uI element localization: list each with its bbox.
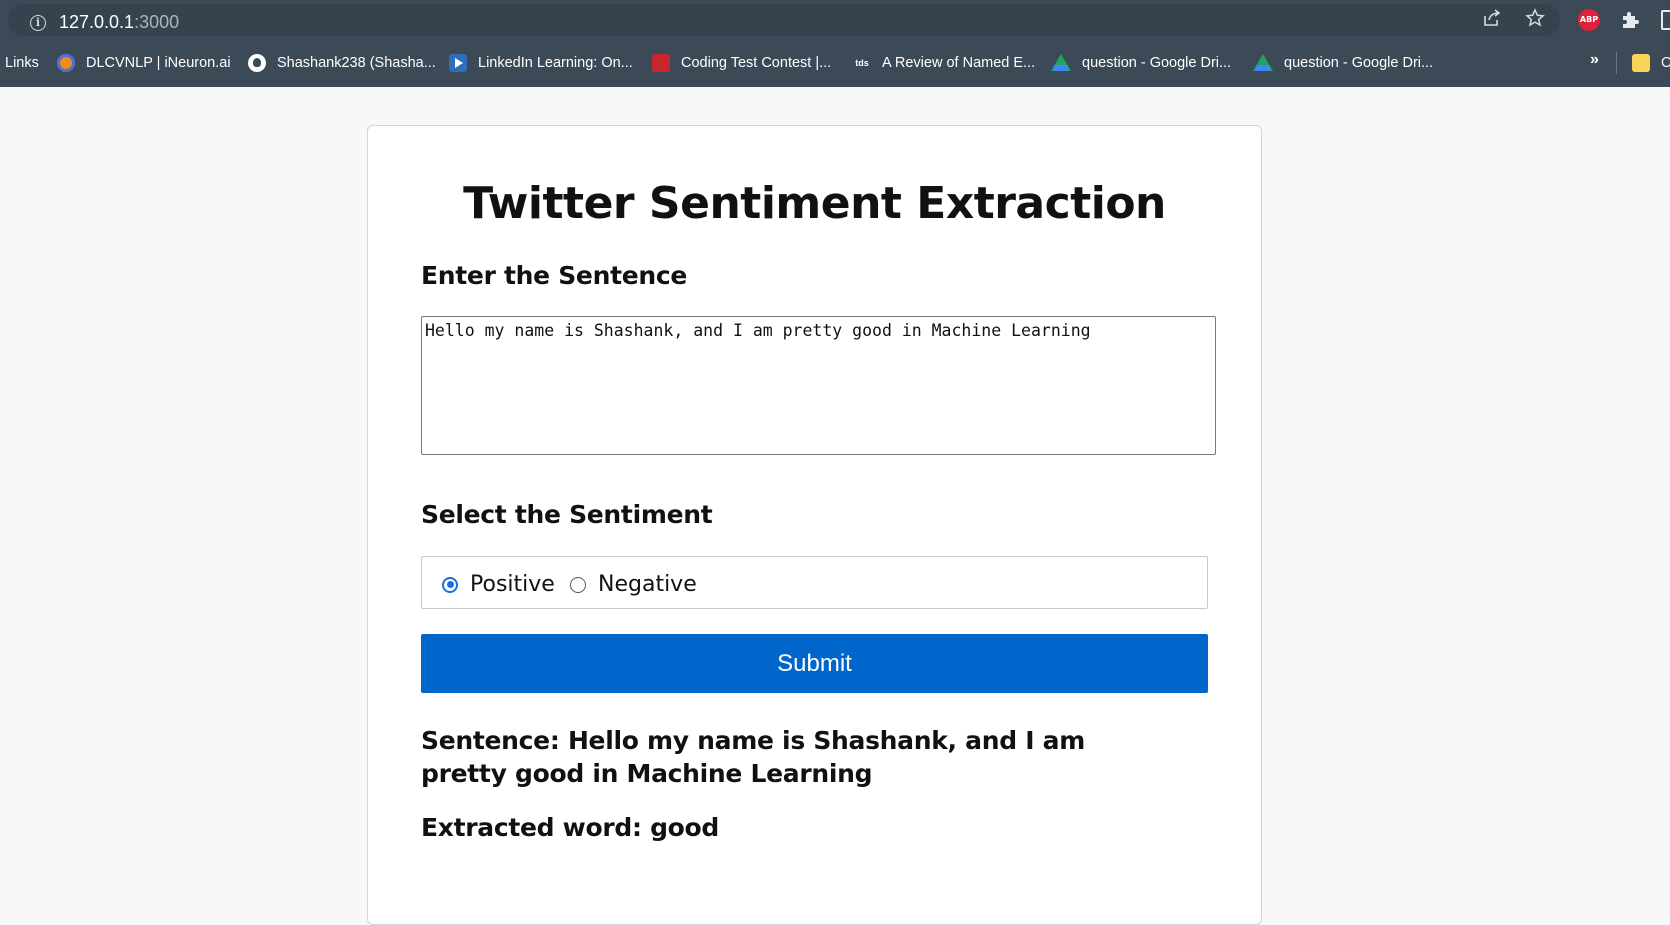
radio-positive-label: Positive xyxy=(470,572,555,597)
bookmarks-divider xyxy=(1616,52,1617,74)
radio-selected-icon[interactable] xyxy=(442,576,458,593)
sentiment-label: Select the Sentiment xyxy=(421,500,713,529)
bookmark-coding-test[interactable]: Coding Test Contest |... xyxy=(652,52,831,74)
adblock-extension-icon[interactable]: ABP xyxy=(1578,9,1600,31)
bookmark-folder-other[interactable]: O xyxy=(1632,52,1670,74)
side-panel-icon[interactable] xyxy=(1661,10,1670,30)
bookmarks-bar: Links DLCVNLP | iNeuron.ai Shashank238 (… xyxy=(0,48,1670,78)
result-sentence: Sentence: Hello my name is Shashank, and… xyxy=(421,726,1085,788)
sentence-textarea[interactable]: Hello my name is Shashank, and I am pret… xyxy=(421,316,1216,455)
bookmark-google-drive-2[interactable]: question - Google Dri... xyxy=(1253,52,1433,74)
address-bar[interactable]: i 127.0.0.1:3000 xyxy=(8,4,1560,36)
bookmarks-overflow-button[interactable]: » xyxy=(1590,51,1599,69)
linkedin-learning-icon xyxy=(449,54,467,72)
submit-button[interactable]: Submit xyxy=(421,634,1208,693)
site-info-icon[interactable]: i xyxy=(30,15,46,31)
form-card: Twitter Sentiment Extraction Enter the S… xyxy=(367,125,1262,925)
share-icon[interactable] xyxy=(1482,8,1502,34)
bookmark-linkedin-learning[interactable]: LinkedIn Learning: On... xyxy=(449,52,633,74)
sentiment-radio-group: Positive Negative xyxy=(421,556,1208,609)
bookmark-links[interactable]: Links xyxy=(5,52,39,74)
page-title: Twitter Sentiment Extraction xyxy=(463,178,1166,229)
bookmark-dlcvnlp[interactable]: DLCVNLP | iNeuron.ai xyxy=(57,52,231,74)
sentence-label: Enter the Sentence xyxy=(421,261,688,290)
folder-icon xyxy=(1632,54,1650,72)
tds-icon: tds xyxy=(855,58,869,68)
radio-negative-label: Negative xyxy=(598,572,697,597)
radio-negative[interactable]: Negative xyxy=(570,572,697,597)
bookmark-named-entity[interactable]: tds A Review of Named E... xyxy=(853,52,1035,74)
google-drive-icon xyxy=(1051,54,1071,72)
result-extracted-word: Extracted word: good xyxy=(421,813,720,842)
extensions-puzzle-icon[interactable] xyxy=(1619,8,1641,36)
bookmark-star-icon[interactable] xyxy=(1525,8,1545,34)
bookmark-github[interactable]: Shashank238 (Shasha... xyxy=(248,52,436,74)
radio-positive[interactable]: Positive xyxy=(442,572,555,597)
url-text[interactable]: 127.0.0.1:3000 xyxy=(59,12,179,33)
github-icon xyxy=(248,54,266,72)
radio-unselected-icon[interactable] xyxy=(570,576,586,593)
google-drive-icon xyxy=(1253,54,1273,72)
browser-chrome: i 127.0.0.1:3000 ABP Links DLCVNLP | iNe… xyxy=(0,0,1670,87)
ineuron-icon xyxy=(57,54,75,72)
contest-icon xyxy=(652,54,670,72)
bookmark-google-drive-1[interactable]: question - Google Dri... xyxy=(1051,52,1231,74)
